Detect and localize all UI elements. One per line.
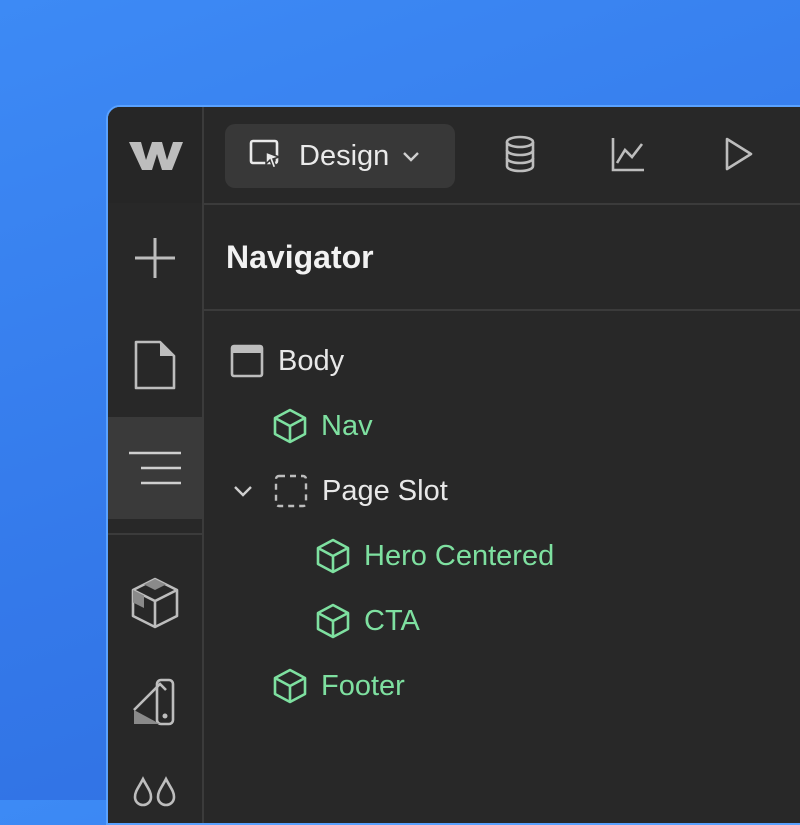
navigator-icon[interactable] [108, 417, 202, 519]
slot-icon [274, 474, 308, 508]
tree-item-label: Nav [321, 409, 373, 442]
variables-drops-icon[interactable] [108, 753, 202, 823]
navigator-header: Navigator [204, 205, 800, 311]
component-icon [316, 538, 350, 574]
panel-title: Navigator [226, 239, 374, 275]
design-mode-button[interactable]: Design [225, 124, 455, 188]
pages-icon[interactable] [108, 313, 202, 417]
designer-window: Design Navigator Body Nav Page Slot Hero… [106, 105, 800, 825]
mode-label: Design [299, 139, 390, 172]
component-icon [273, 668, 307, 704]
sidebar-divider [108, 533, 202, 535]
left-sidebar [108, 203, 204, 823]
tree-item-label: CTA [364, 604, 420, 637]
analytics-chart-icon[interactable] [610, 135, 646, 173]
body-element-icon [230, 344, 264, 378]
tree-item-nav[interactable]: Nav [273, 396, 373, 456]
tree-item-footer[interactable]: Footer [273, 656, 405, 716]
component-icon [273, 408, 307, 444]
chevron-down-icon[interactable] [232, 483, 254, 499]
tree-item-hero-centered[interactable]: Hero Centered [316, 526, 554, 586]
preview-play-icon[interactable] [722, 135, 756, 173]
chevron-down-icon [401, 149, 421, 163]
tree-item-cta[interactable]: CTA [316, 591, 420, 651]
add-elements-icon[interactable] [108, 203, 202, 313]
style-selectors-icon[interactable] [108, 653, 202, 753]
cursor-select-icon [249, 139, 285, 173]
tree-item-body[interactable]: Body [230, 331, 344, 391]
top-toolbar: Design [108, 107, 800, 205]
tree-item-label: Footer [321, 669, 405, 702]
tree-item-page-slot[interactable]: Page Slot [232, 461, 448, 521]
cms-database-icon[interactable] [502, 135, 538, 173]
tree-item-label: Body [278, 344, 345, 377]
webflow-logo[interactable] [108, 107, 204, 203]
tree-item-label: Hero Centered [364, 539, 555, 572]
webflow-logo-icon [129, 142, 183, 170]
component-icon [316, 603, 350, 639]
tree-item-label: Page Slot [322, 474, 448, 507]
components-icon[interactable] [108, 553, 202, 653]
